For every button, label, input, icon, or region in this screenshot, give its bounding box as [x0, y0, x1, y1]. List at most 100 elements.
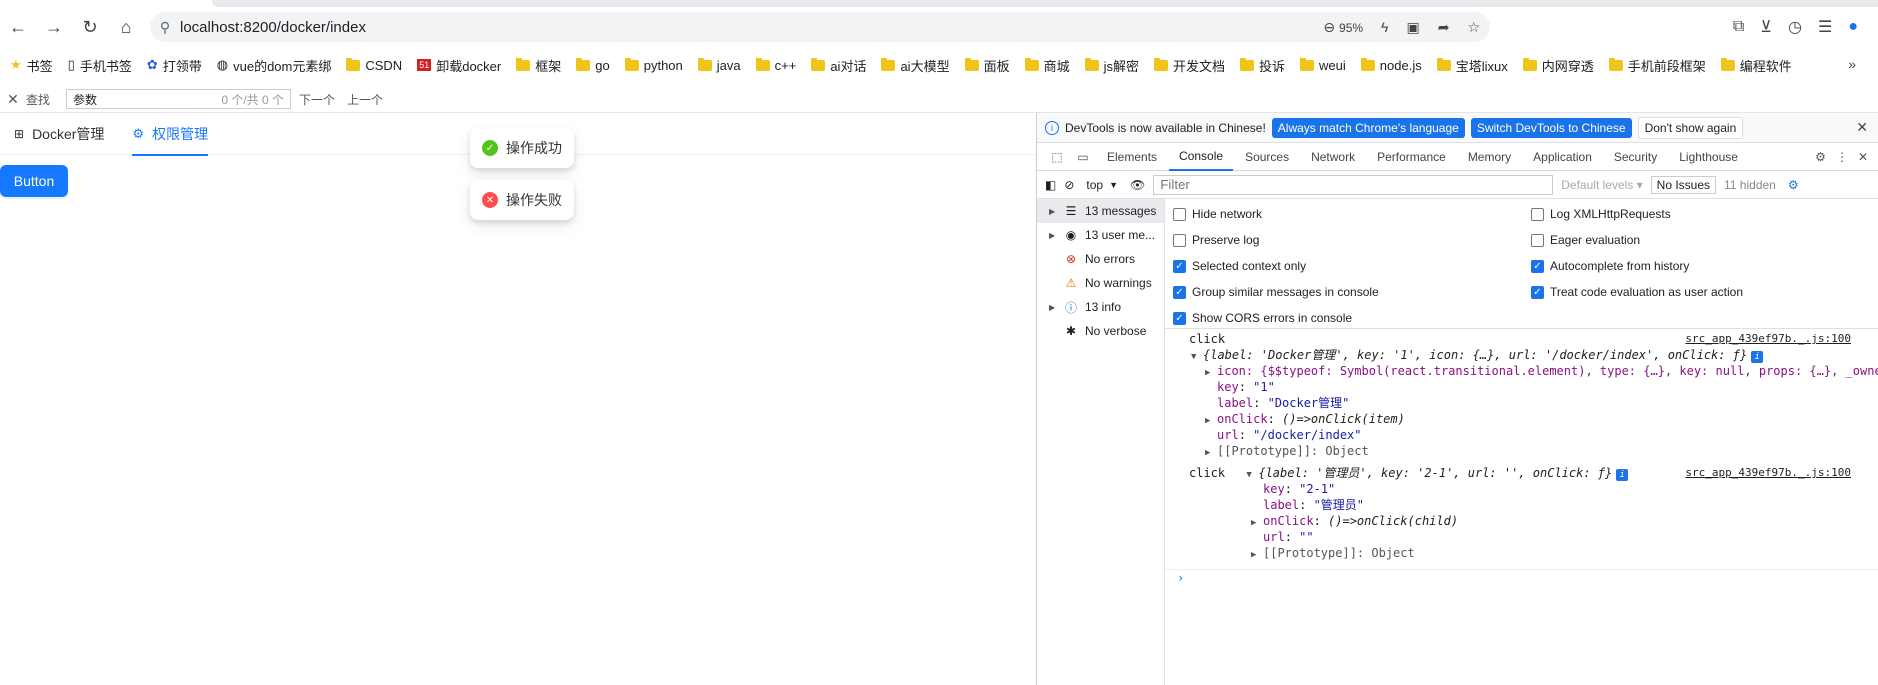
bookmark-folder[interactable]: 开发文档 — [1154, 56, 1225, 75]
close-icon[interactable]: ✕ — [0, 91, 26, 108]
bookmark-item[interactable]: ▯ 手机书签 — [68, 56, 132, 75]
inspect-icon[interactable]: ⬚ — [1045, 150, 1069, 164]
source-link[interactable]: src_app_439ef97b._.js:100 — [1685, 465, 1851, 481]
bookmark-folder[interactable]: weui — [1300, 57, 1346, 73]
star-icon[interactable]: ☆ — [1467, 19, 1480, 36]
sidebar-item-user-messages[interactable]: ▶ ◉ 13 user me... — [1037, 223, 1164, 247]
source-link[interactable]: src_app_439ef97b._.js:100 — [1685, 331, 1851, 347]
console-object[interactable]: ▼ {label: 'Docker管理', key: '1', icon: {…}… — [1165, 347, 1878, 363]
clear-console-icon[interactable]: ⊘ — [1064, 178, 1074, 192]
tab-console[interactable]: Console — [1169, 143, 1234, 171]
console-settings-icon[interactable]: ⚙ — [1788, 178, 1799, 192]
setting-preserve-log[interactable]: Preserve log — [1173, 231, 1379, 249]
context-selector[interactable]: top ▼ — [1082, 178, 1122, 192]
lightning-icon[interactable]: ϟ — [1381, 19, 1388, 35]
primary-button[interactable]: Button — [0, 165, 68, 197]
bookmark-folder[interactable]: c++ — [755, 57, 796, 73]
checkbox[interactable]: ✓ — [1531, 259, 1544, 273]
address-bar[interactable]: ⚲ localhost:8200/docker/index ⊖ 95% ϟ ▣ … — [150, 12, 1490, 42]
download-icon[interactable]: ⊻ — [1760, 17, 1772, 37]
close-icon[interactable]: ✕ — [1856, 119, 1878, 136]
tab-memory[interactable]: Memory — [1458, 143, 1521, 171]
home-icon[interactable]: ⌂ — [108, 11, 144, 43]
zoom-icon[interactable]: ⊖ 95% — [1323, 19, 1363, 36]
back-icon[interactable]: ← — [0, 11, 36, 43]
match-language-button[interactable]: Always match Chrome's language — [1271, 117, 1465, 138]
bookmark-folder[interactable]: go — [576, 57, 610, 73]
find-prev-button[interactable]: 上一个 — [347, 91, 383, 108]
bookmark-item[interactable]: ✿ 打领带 — [147, 56, 202, 75]
forward-icon[interactable]: → — [36, 11, 72, 43]
object-prototype[interactable]: ▶ [[Prototype]]: Object — [1165, 545, 1878, 561]
dont-show-button[interactable]: Don't show again — [1637, 116, 1744, 139]
filter-input[interactable] — [1153, 174, 1554, 195]
url-text[interactable]: localhost:8200/docker/index — [180, 19, 366, 36]
bookmark-folder[interactable]: 投诉 — [1240, 56, 1285, 75]
bookmark-item[interactable]: ★ 书签 — [10, 56, 53, 75]
tab-network[interactable]: Network — [1301, 143, 1365, 171]
bookmark-folder[interactable]: 内网穿透 — [1522, 56, 1594, 75]
eye-icon[interactable]: 👁 — [1130, 178, 1145, 192]
bookmark-folder[interactable]: 手机前段框架 — [1608, 56, 1706, 75]
bookmark-folder[interactable]: CSDN — [346, 57, 402, 73]
bookmark-item[interactable]: ◍ vue的dom元素绑 — [217, 56, 332, 75]
bookmark-folder[interactable]: python — [624, 57, 683, 73]
object-prototype[interactable]: ▶ [[Prototype]]: Object — [1165, 443, 1878, 459]
checkbox[interactable] — [1531, 207, 1544, 221]
checkbox[interactable]: ✓ — [1531, 285, 1544, 299]
issues-button[interactable]: No Issues — [1650, 175, 1717, 194]
setting-cors-errors[interactable]: ✓ Show CORS errors in console — [1173, 309, 1379, 327]
setting-hide-network[interactable]: Hide network — [1173, 205, 1379, 223]
setting-log-xhr[interactable]: Log XMLHttpRequests — [1531, 205, 1743, 223]
tab-sources[interactable]: Sources — [1235, 143, 1299, 171]
bookmark-folder[interactable]: 编程软件 — [1720, 56, 1792, 75]
sidebar-item-warnings[interactable]: ⚠ No warnings — [1037, 271, 1164, 295]
console-prompt[interactable]: › — [1165, 569, 1878, 585]
object-property[interactable]: ▶ onClick: ()=>onClick(item) — [1165, 411, 1878, 427]
checkbox[interactable] — [1531, 233, 1544, 247]
bookmark-folder[interactable]: 框架 — [516, 56, 561, 75]
site-info-icon[interactable]: ⚲ — [150, 19, 180, 36]
reload-icon[interactable]: ↻ — [72, 11, 108, 43]
checkbox[interactable]: ✓ — [1173, 285, 1186, 299]
bookmark-folder[interactable]: ai对话 — [811, 56, 866, 75]
menu-item-docker[interactable]: ⊞ Docker管理 — [14, 113, 104, 155]
bookmark-folder[interactable]: 宝塔lixux — [1436, 56, 1508, 75]
levels-dropdown[interactable]: Default levels ▾ — [1561, 178, 1642, 192]
find-input[interactable]: 参数 0 个/共 0 个 — [66, 89, 291, 109]
sidebar-item-messages[interactable]: ▶ ☰ 13 messages — [1037, 199, 1164, 223]
checkbox[interactable]: ✓ — [1173, 259, 1186, 273]
profile-avatar[interactable]: ● — [1848, 18, 1858, 36]
bookmark-folder[interactable]: js解密 — [1084, 56, 1139, 75]
setting-selected-context[interactable]: ✓ Selected context only — [1173, 257, 1379, 275]
menu-icon[interactable]: ☰ — [1818, 17, 1832, 37]
device-toggle-icon[interactable]: ▭ — [1071, 150, 1095, 164]
bookmarks-overflow-icon[interactable]: » — [1848, 56, 1868, 72]
bookmark-item[interactable]: 51 卸载docker — [417, 56, 501, 75]
bookmark-folder[interactable]: node.js — [1360, 57, 1422, 73]
checkbox[interactable] — [1173, 233, 1186, 247]
checkbox[interactable]: ✓ — [1173, 311, 1186, 325]
object-property[interactable]: ▶ onClick: ()=>onClick(child) — [1165, 513, 1878, 529]
close-icon[interactable]: ✕ — [1858, 150, 1868, 164]
menu-item-permission[interactable]: ⚙ 权限管理 — [132, 113, 208, 156]
share-icon[interactable]: ➦ — [1438, 19, 1450, 36]
tab-application[interactable]: Application — [1523, 143, 1602, 171]
bookmark-folder[interactable]: ai大模型 — [881, 56, 950, 75]
gear-icon[interactable]: ⚙ — [1815, 150, 1826, 164]
sidebar-item-info[interactable]: ▶ ⓘ 13 info — [1037, 295, 1164, 319]
sidebar-item-verbose[interactable]: ✱ No verbose — [1037, 319, 1164, 343]
history-icon[interactable]: ◷ — [1788, 17, 1802, 37]
bookmark-folder[interactable]: 商城 — [1024, 56, 1070, 75]
checkbox[interactable] — [1173, 207, 1186, 221]
tab-security[interactable]: Security — [1604, 143, 1667, 171]
sidebar-toggle-icon[interactable]: ◧ — [1045, 178, 1056, 192]
bookmark-folder[interactable]: 面板 — [964, 56, 1010, 75]
object-property[interactable]: ▶ icon: {$$typeof: Symbol(react.transitio… — [1165, 363, 1878, 379]
sidebar-item-errors[interactable]: ⊗ No errors — [1037, 247, 1164, 271]
setting-user-action[interactable]: ✓ Treat code evaluation as user action — [1531, 283, 1743, 301]
setting-group-similar[interactable]: ✓ Group similar messages in console — [1173, 283, 1379, 301]
tab-lighthouse[interactable]: Lighthouse — [1669, 143, 1748, 171]
kebab-menu-icon[interactable]: ⋮ — [1836, 150, 1848, 164]
setting-eager-eval[interactable]: Eager evaluation — [1531, 231, 1743, 249]
